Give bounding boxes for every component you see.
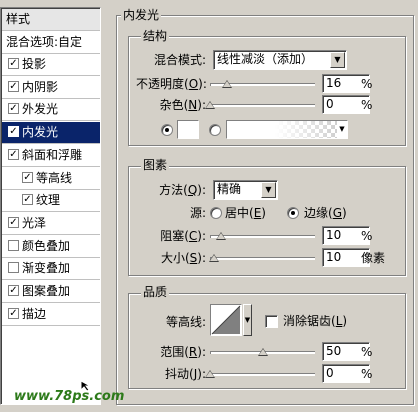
choke-slider-handle[interactable] — [215, 232, 226, 240]
contour-curve-icon — [211, 305, 241, 335]
style-item-9[interactable]: 颜色叠加 — [2, 236, 100, 258]
style-item-label: 纹理 — [36, 193, 61, 208]
styles-header-label: 样式 — [6, 12, 31, 26]
noise-slider[interactable] — [210, 104, 315, 107]
gradient-radio[interactable] — [209, 124, 221, 136]
color-radio[interactable] — [161, 124, 173, 136]
style-item-checkbox[interactable]: ✓ — [8, 103, 19, 115]
style-item-label: 光泽 — [22, 215, 47, 230]
opacity-unit: % — [361, 77, 373, 91]
cursor-icon — [80, 380, 92, 392]
style-item-2[interactable]: ✓ 内阴影 — [2, 77, 100, 99]
style-item-1[interactable]: ✓ 投影 — [2, 54, 100, 76]
style-item-11[interactable]: ✓ 图案叠加 — [2, 281, 100, 303]
style-item-12[interactable]: ✓ 描边 — [2, 304, 100, 326]
style-item-checkbox[interactable]: ✓ — [8, 216, 19, 228]
style-item-checkbox[interactable]: ✓ — [8, 126, 19, 138]
style-item-label: 内发光 — [22, 125, 59, 140]
style-item-label: 渐变叠加 — [22, 261, 71, 276]
antialias-checkbox[interactable] — [265, 315, 278, 328]
size-unit: 像素 — [361, 251, 386, 265]
source-edge-label: 边缘(G) — [304, 206, 347, 220]
source-label: 源: — [189, 206, 206, 220]
chevron-down-icon: ▼ — [261, 182, 276, 198]
style-item-checkbox[interactable]: ✓ — [8, 307, 19, 319]
chevron-down-icon: ▼ — [330, 52, 345, 68]
blend-mode-value: 线性减淡（添加） — [217, 52, 314, 66]
opacity-slider-handle[interactable] — [221, 80, 232, 88]
panel-title: 内发光 — [121, 8, 162, 22]
style-item-checkbox[interactable]: ✓ — [22, 194, 33, 206]
antialias-label: 消除锯齿(L) — [283, 314, 348, 328]
style-item-8[interactable]: ✓ 光泽 — [2, 213, 100, 235]
styles-header[interactable]: 样式 — [2, 9, 100, 31]
range-label: 范围(R): — [160, 345, 206, 359]
choke-label: 阻塞(C): — [160, 229, 206, 243]
choke-slider[interactable] — [210, 235, 315, 238]
blend-mode-select[interactable]: 线性减淡（添加） ▼ — [213, 50, 347, 70]
blending-options-item[interactable]: 混合选项:自定 — [2, 32, 100, 54]
choke-unit: % — [361, 229, 373, 243]
style-item-label: 描边 — [22, 306, 47, 321]
style-item-7[interactable]: ✓ 纹理 — [2, 190, 100, 213]
jitter-unit: % — [361, 367, 373, 381]
jitter-slider[interactable] — [210, 373, 315, 376]
style-item-label: 图案叠加 — [22, 284, 71, 298]
style-item-4[interactable]: ✓ 内发光 — [2, 122, 100, 145]
gradient-dropdown-icon: ▼ — [337, 121, 347, 138]
style-item-label: 斜面和浮雕 — [22, 147, 83, 162]
technique-value: 精确 — [217, 182, 242, 196]
style-item-checkbox[interactable] — [8, 262, 19, 274]
range-unit: % — [361, 345, 373, 359]
style-item-checkbox[interactable]: ✓ — [8, 58, 19, 69]
size-label: 大小(S): — [160, 251, 206, 265]
style-item-checkbox[interactable] — [8, 239, 19, 251]
style-item-3[interactable]: ✓ 外发光 — [2, 99, 100, 122]
opacity-label: 不透明度(O): — [136, 77, 207, 91]
style-item-5[interactable]: ✓ 斜面和浮雕 — [2, 145, 100, 167]
gradient-picker[interactable]: ▼ — [226, 120, 348, 139]
range-slider-handle[interactable] — [257, 348, 268, 356]
style-item-checkbox[interactable]: ✓ — [22, 171, 33, 183]
contour-picker[interactable] — [210, 304, 242, 336]
technique-label: 方法(Q): — [159, 183, 206, 197]
source-center-label: 居中(E) — [225, 206, 266, 220]
style-item-10[interactable]: 渐变叠加 — [2, 258, 100, 281]
contour-label: 等高线: — [165, 315, 206, 329]
quality-title: 品质 — [141, 285, 170, 299]
style-item-label: 投影 — [22, 57, 47, 71]
style-item-label: 外发光 — [22, 102, 59, 117]
jitter-label: 抖动(J): — [165, 367, 206, 381]
blend-mode-label: 混合模式: — [153, 53, 206, 67]
style-item-label: 等高线 — [36, 170, 73, 185]
style-item-label: 内阴影 — [22, 79, 59, 94]
jitter-slider-handle[interactable] — [205, 370, 215, 378]
noise-label: 杂色(N): — [159, 98, 206, 112]
style-item-label: 颜色叠加 — [22, 238, 71, 253]
glow-color-swatch[interactable] — [177, 120, 199, 139]
blending-options-label: 混合选项:自定 — [6, 35, 83, 49]
contour-dropdown-icon[interactable]: ▼ — [243, 304, 252, 336]
technique-select[interactable]: 精确 ▼ — [213, 180, 278, 200]
style-item-6[interactable]: ✓ 等高线 — [2, 168, 100, 190]
size-slider[interactable] — [210, 257, 315, 260]
elements-title: 图素 — [141, 158, 170, 172]
noise-slider-handle[interactable] — [205, 101, 215, 109]
size-slider-handle[interactable] — [209, 254, 220, 262]
noise-unit: % — [361, 98, 373, 112]
styles-list: 样式 混合选项:自定 ✓ 投影 ✓ 内阴影 ✓ 外发光 ✓ 内发光 ✓ 斜面和浮雕 ✓ 等高线 ✓ 纹理 ✓… — [0, 7, 101, 405]
style-item-checkbox[interactable]: ✓ — [8, 148, 19, 160]
watermark-text: www.78ps.com — [14, 389, 125, 404]
style-item-checkbox[interactable]: ✓ — [8, 285, 19, 296]
style-item-checkbox[interactable]: ✓ — [8, 80, 19, 92]
source-center-radio[interactable] — [210, 207, 222, 219]
source-edge-radio[interactable] — [287, 207, 299, 219]
structure-title: 结构 — [141, 29, 170, 43]
